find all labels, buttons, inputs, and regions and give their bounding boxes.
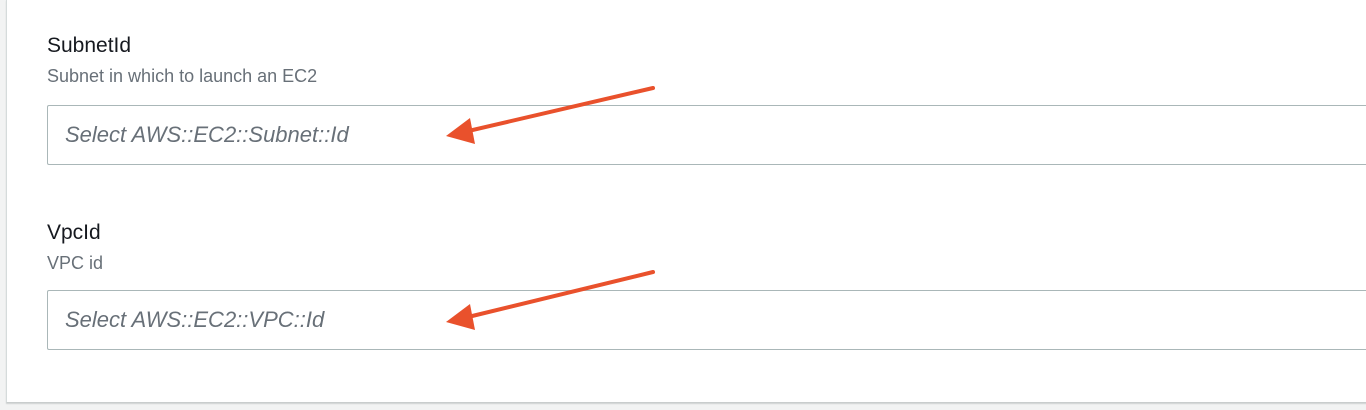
vpc-id-select[interactable]: Select AWS::EC2::VPC::Id (47, 290, 1366, 350)
subnet-id-select-placeholder: Select AWS::EC2::Subnet::Id (65, 122, 349, 147)
subnet-id-field: SubnetId Subnet in which to launch an EC… (47, 32, 1366, 165)
vpc-id-field: VpcId VPC id Select AWS::EC2::VPC::Id (47, 219, 1366, 350)
subnet-id-select[interactable]: Select AWS::EC2::Subnet::Id (47, 105, 1366, 165)
subnet-id-label: SubnetId (47, 34, 132, 57)
vpc-id-select-placeholder: Select AWS::EC2::VPC::Id (65, 307, 325, 332)
parameters-panel: SubnetId Subnet in which to launch an EC… (6, 0, 1366, 403)
vpc-id-description: VPC id (47, 253, 104, 273)
vpc-id-label: VpcId (47, 221, 101, 244)
subnet-id-description: Subnet in which to launch an EC2 (47, 66, 318, 86)
